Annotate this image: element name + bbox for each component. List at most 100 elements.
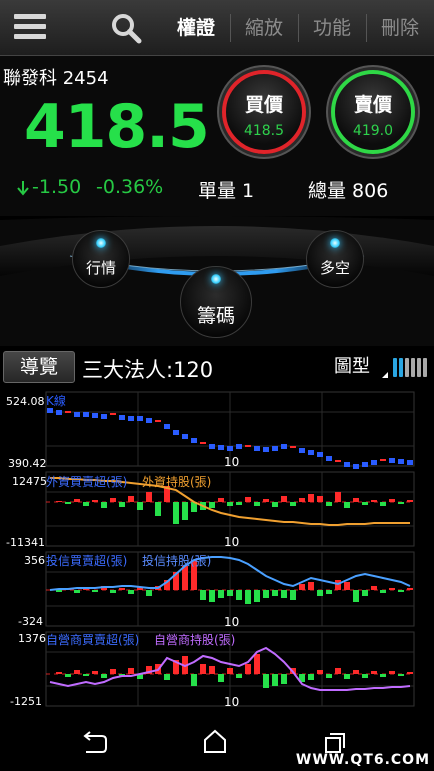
institutional-title: 三大法人:120 (82, 358, 214, 382)
bar (362, 590, 368, 596)
bar (254, 654, 260, 674)
x-tick-label: 10 (224, 455, 239, 469)
bar (65, 674, 71, 677)
bar (146, 590, 152, 596)
chart-count-icon[interactable] (393, 358, 429, 381)
candle (281, 444, 287, 449)
nav-market-label: 行情 (85, 259, 116, 277)
bar (119, 588, 125, 590)
buy-label: 買價 (244, 94, 283, 116)
chart-toolbar: 導覽 三大法人:120 圖型 (0, 348, 434, 388)
bar (128, 496, 134, 502)
tab-warrant[interactable]: 權證 (162, 0, 230, 56)
recent-apps-icon[interactable] (325, 733, 345, 753)
bar (254, 590, 260, 602)
bar (155, 502, 161, 516)
back-icon[interactable] (83, 731, 107, 753)
candle (56, 410, 62, 415)
bar (263, 674, 269, 688)
candle (335, 460, 341, 462)
candle (326, 456, 332, 461)
bar (308, 494, 314, 502)
candle (173, 430, 179, 435)
bar (407, 672, 413, 674)
bar (65, 502, 71, 504)
bar (128, 668, 134, 674)
nav-long-short[interactable]: 多空 (306, 230, 364, 288)
bar (191, 674, 197, 686)
candle (92, 413, 98, 418)
bar (245, 497, 251, 502)
bar (227, 502, 233, 506)
bar (371, 500, 377, 502)
bar (317, 590, 323, 596)
unit-volume: 單量 1 (198, 180, 255, 202)
bar (326, 502, 332, 506)
guide-button[interactable]: 導覽 (3, 351, 75, 383)
bar (209, 502, 215, 508)
quote-panel: 聯發科 2454 418.5 -1.50 -0.36% 單量 1 總量 806 … (0, 56, 434, 216)
bar (146, 492, 152, 502)
tab-function[interactable]: 功能 (298, 0, 366, 56)
nav-market[interactable]: 行情 (72, 230, 130, 288)
candle (299, 448, 305, 453)
candle (344, 462, 350, 467)
bar (56, 590, 62, 592)
bar (353, 590, 359, 602)
bar (200, 590, 206, 600)
tab-delete[interactable]: 刪除 (366, 0, 434, 56)
chart-type-button[interactable]: 圖型 (334, 352, 370, 378)
menu-icon[interactable] (14, 14, 46, 40)
bar (398, 674, 404, 676)
bar (218, 498, 224, 502)
candle (74, 412, 80, 417)
candle (47, 408, 53, 413)
bar (56, 501, 62, 502)
candle (155, 420, 161, 422)
x-tick-label: 10 (224, 615, 239, 629)
home-icon[interactable] (204, 729, 226, 753)
bar (254, 502, 260, 506)
nav-chips[interactable]: 籌碼 (180, 266, 252, 338)
bar (227, 590, 233, 596)
bar (74, 670, 80, 674)
sell-button[interactable]: 賣價 419.0 (331, 70, 415, 154)
bar (317, 670, 323, 674)
candle (389, 458, 395, 463)
tab-zoom[interactable]: 縮放 (230, 0, 298, 56)
indicator-dot (330, 238, 340, 248)
candle (110, 413, 116, 415)
series-name: 投信買賣超(張) (46, 553, 127, 568)
candle (290, 446, 296, 448)
candle (191, 438, 197, 443)
candle (83, 412, 89, 417)
chart-area[interactable]: 524.08 390.42 K線 10 12475 -11341 外資買賣超(張… (0, 390, 434, 710)
candle (371, 460, 377, 465)
bar (371, 671, 377, 674)
stock-name: 聯發科 2454 (3, 68, 109, 89)
bar (83, 674, 89, 676)
nav-chips-label: 籌碼 (196, 305, 235, 327)
candle (218, 445, 224, 450)
series-name: 自營商買賣超(張) (46, 632, 139, 647)
candle (254, 446, 260, 451)
bar (218, 674, 224, 682)
bar (92, 671, 98, 674)
bar (119, 502, 125, 507)
search-icon[interactable] (110, 12, 144, 44)
candle (146, 418, 152, 423)
bar (272, 502, 278, 507)
bar (200, 664, 206, 674)
bar (263, 590, 269, 598)
series-name: 自營商持股(張) (154, 632, 235, 647)
buy-button[interactable]: 買價 418.5 (222, 70, 306, 154)
candle (200, 442, 206, 444)
candle (272, 446, 278, 451)
candle (263, 447, 269, 452)
institutional-charts[interactable]: 524.08 390.42 K線 10 12475 -11341 外資買賣超(張… (0, 390, 434, 710)
nav-long-short-label: 多空 (319, 259, 350, 277)
top-tabs: 權證 縮放 功能 刪除 (162, 0, 434, 56)
sell-price: 419.0 (352, 123, 394, 139)
bar (101, 502, 107, 508)
tick-label: 390.42 (8, 457, 47, 470)
